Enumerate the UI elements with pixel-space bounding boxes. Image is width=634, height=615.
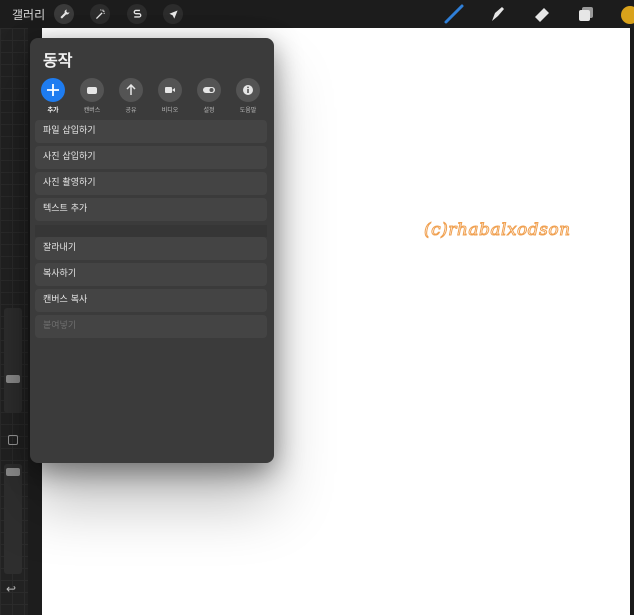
plus-icon: [41, 78, 65, 102]
modify-button[interactable]: [8, 435, 18, 445]
tab-label: 비디오: [161, 107, 179, 114]
tab-share[interactable]: 공유: [116, 78, 146, 114]
tab-label: 설정: [203, 107, 215, 114]
panel-title: 동작: [43, 51, 73, 70]
info-icon: [236, 78, 260, 102]
eraser-icon[interactable]: [531, 3, 553, 25]
opacity-thumb[interactable]: [6, 468, 20, 476]
magic-wand-icon[interactable]: [90, 4, 110, 24]
cut-item[interactable]: 잘라내기: [35, 237, 267, 260]
take-photo-item[interactable]: 사진 촬영하기: [35, 172, 267, 195]
insert-file-item[interactable]: 파일 삽입하기: [35, 120, 267, 143]
section-divider: [35, 225, 267, 237]
tab-label: 도움말: [239, 107, 257, 114]
selection-s-icon[interactable]: [127, 4, 147, 24]
tab-add[interactable]: 추가: [38, 78, 68, 114]
paste-item: 붙여넣기: [35, 315, 267, 338]
share-icon: [119, 78, 143, 102]
smudge-icon[interactable]: [486, 3, 508, 25]
watermark-text: (c)rhabalxodson: [424, 220, 571, 241]
tab-label: 공유: [125, 107, 137, 114]
undo-icon[interactable]: ↩: [6, 582, 16, 596]
top-toolbar: 갤러리: [0, 0, 634, 28]
brush-icon[interactable]: [443, 3, 465, 25]
actions-tabs: 추가 캔버스 공유 비디오 설정 도움말: [30, 78, 274, 114]
add-text-item[interactable]: 텍스트 추가: [35, 198, 267, 221]
tab-video[interactable]: 비디오: [155, 78, 185, 114]
tab-settings[interactable]: 설정: [194, 78, 224, 114]
toggle-icon: [197, 78, 221, 102]
left-sidebar: ↩: [0, 28, 28, 615]
video-icon: [158, 78, 182, 102]
tab-help[interactable]: 도움말: [233, 78, 263, 114]
wrench-icon[interactable]: [54, 4, 74, 24]
opacity-slider[interactable]: [4, 464, 22, 574]
brush-size-thumb[interactable]: [6, 375, 20, 383]
canvas-icon: [80, 78, 104, 102]
tab-label: 캔버스: [83, 107, 101, 114]
tab-canvas[interactable]: 캔버스: [77, 78, 107, 114]
insert-photo-item[interactable]: 사진 삽입하기: [35, 146, 267, 169]
brush-size-slider[interactable]: [4, 308, 22, 413]
gallery-button[interactable]: 갤러리: [12, 6, 45, 23]
actions-panel: 동작 추가 캔버스 공유 비디오 설정 도움말 파일 삽입하기 사진 삽입하기 …: [30, 38, 274, 463]
layers-icon[interactable]: [575, 3, 597, 25]
copy-item[interactable]: 복사하기: [35, 263, 267, 286]
copy-canvas-item[interactable]: 캔버스 복사: [35, 289, 267, 312]
arrow-cursor-icon[interactable]: [163, 4, 183, 24]
color-picker-button[interactable]: [621, 6, 634, 24]
tab-label: 추가: [47, 107, 59, 114]
